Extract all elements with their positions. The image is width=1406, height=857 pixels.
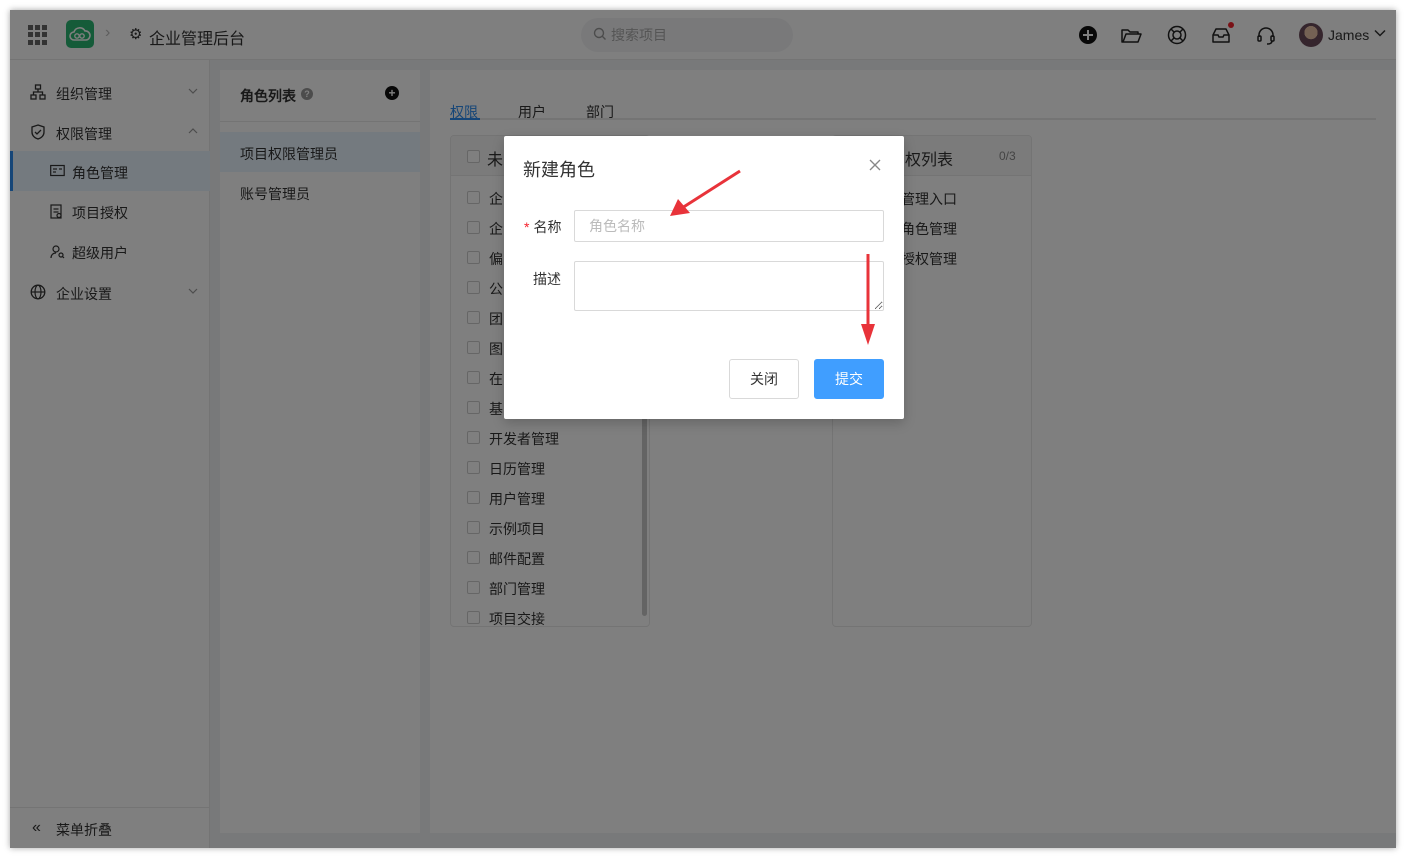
submit-button[interactable]: 提交 (814, 359, 884, 399)
required-mark: * (524, 219, 530, 235)
name-field-label: * 名称 (524, 219, 562, 235)
desc-field-label: 描述 (533, 271, 561, 287)
new-role-dialog: 新建角色 *名称 描述 关闭 提交 (504, 136, 904, 419)
close-icon[interactable] (868, 158, 882, 172)
close-button[interactable]: 关闭 (729, 359, 799, 399)
role-description-textarea[interactable] (574, 261, 884, 311)
app-window: › ⚙ 企业管理后台 James 组织管理 权限管理 角色管理 (10, 10, 1396, 848)
role-name-input[interactable] (574, 210, 884, 242)
dialog-title: 新建角色 (523, 160, 595, 180)
